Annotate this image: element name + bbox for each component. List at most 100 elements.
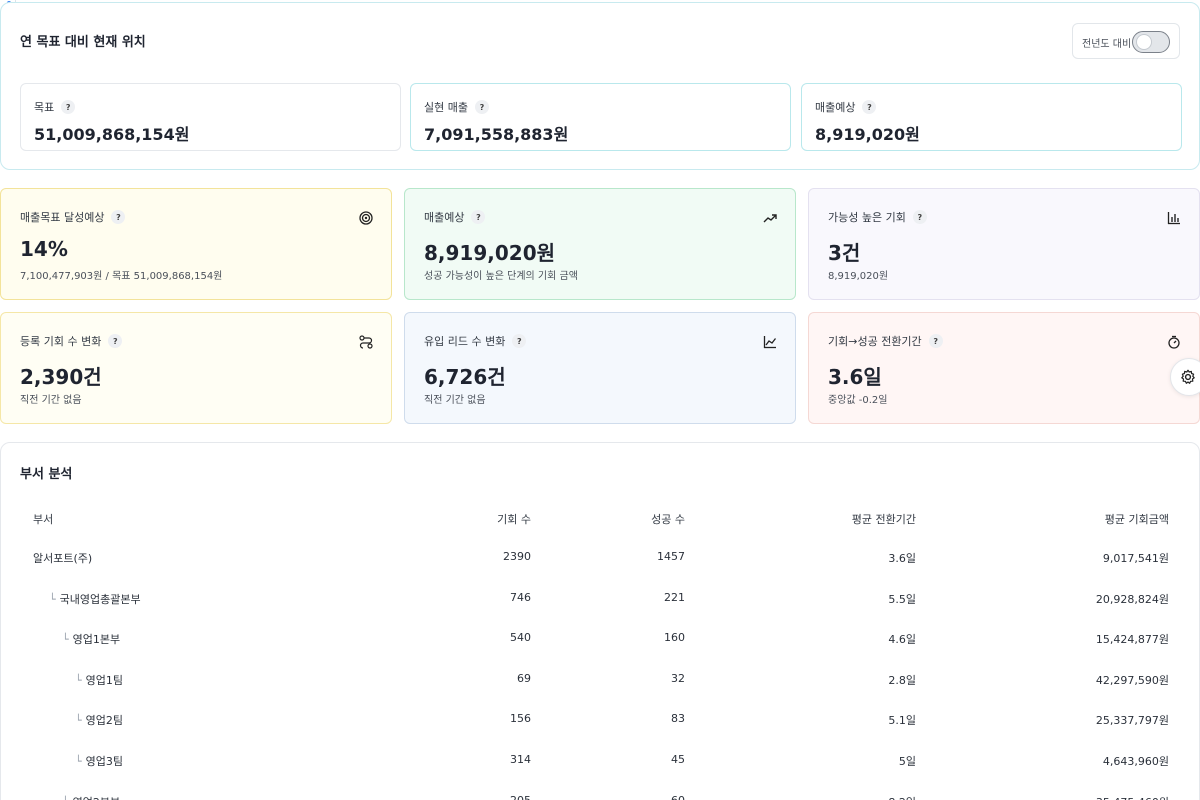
avg-amount-cell: 9,017,541원 [1102, 552, 1169, 565]
card-value: 8,919,020원 [815, 125, 920, 144]
target-icon [359, 211, 373, 225]
card-value: 6,726건 [424, 365, 506, 389]
opportunities-cell: 69 [517, 671, 531, 685]
help-icon[interactable]: ? [862, 100, 877, 114]
tree-branch-icon: └ [75, 673, 82, 687]
help-icon[interactable]: ? [474, 100, 489, 114]
department-name: 영업2본부 [73, 796, 120, 800]
goal-card-forecast: 매출예상? 8,919,020원 [801, 83, 1182, 151]
help-icon[interactable]: ? [512, 334, 527, 348]
avg-period-cell: 5일 [898, 755, 916, 768]
department-name: 영업2팀 [85, 714, 123, 728]
card-subtext: 8,919,020원 [828, 271, 889, 282]
department-name: 영업3팀 [85, 755, 123, 768]
help-icon[interactable]: ? [111, 210, 126, 224]
avg-amount-cell: 42,297,590원 [1095, 673, 1169, 687]
card-value: 14% [20, 237, 68, 261]
column-header-wins[interactable]: 성공 수 [651, 511, 685, 527]
route-icon [359, 335, 373, 349]
column-header-avg-amount[interactable]: 평균 기회금액 [1105, 511, 1169, 527]
tree-branch-icon: └ [49, 592, 56, 606]
card-label: 가능성 높은 기회 [828, 211, 906, 224]
stat-card-registered-opportunities: 등록 기회 수 변화? 2,390건 직전 기간 없음 [0, 312, 392, 424]
wins-cell: 160 [664, 631, 685, 645]
wins-cell: 60 [671, 794, 685, 800]
table-row[interactable]: └ 영업2본부 205 60 8.2일 35,475,460원 [1, 794, 1200, 800]
help-icon[interactable]: ? [912, 210, 927, 224]
card-subtext: 성공 가능성이 높은 단계의 기회 금액 [424, 271, 578, 282]
annual-goal-panel: 연 목표 대비 현재 위치 전년도 대비 목표? 51,009,868,154원… [0, 2, 1200, 170]
avg-amount-cell: 4,643,960원 [1102, 755, 1169, 768]
department-name: 영업1본부 [72, 633, 121, 647]
gear-icon [1181, 369, 1195, 384]
avg-amount-cell: 35,475,460원 [1096, 794, 1169, 800]
section-title: 부서 분석 [20, 467, 73, 482]
table-row[interactable]: 알서포트(주) 2390 1457 3.6일 9,017,541원 [1, 550, 1200, 570]
card-value: 3건 [828, 241, 861, 265]
card-label: 매출예상 [815, 101, 856, 114]
stat-card-sales-forecast: 매출예상? 8,919,020원 성공 가능성이 높은 단계의 기회 금액 [404, 188, 796, 300]
department-name: 국내영업총괄본부 [59, 592, 141, 606]
department-name-cell: 알서포트(주) [33, 550, 92, 566]
tree-branch-icon: └ [62, 633, 69, 647]
help-icon[interactable]: ? [108, 334, 123, 348]
card-label: 목표 [34, 101, 55, 114]
bar-chart-icon [1167, 212, 1180, 225]
card-value: 8,919,020원 [424, 241, 556, 265]
table-row[interactable]: └ 영업3팀 314 45 5일 4,643,960원 [1, 753, 1200, 773]
table-row[interactable]: └ 영업1팀 69 32 2.8일 42,297,590원 [1, 672, 1200, 692]
department-analysis-panel: 부서 분석 부서 기회 수 성공 수 평균 전환기간 평균 기회금액 알서포트(… [0, 442, 1200, 800]
table-row[interactable]: └ 영업1본부 540 160 4.6일 15,424,877원 [1, 631, 1200, 651]
avg-period-cell: 5.1일 [888, 714, 916, 728]
avg-period-cell: 5.5일 [888, 592, 916, 606]
column-header-avg-period[interactable]: 평균 전환기간 [852, 511, 916, 527]
column-header-opportunities[interactable]: 기회 수 [497, 511, 531, 527]
card-subtext: 직전 기간 없음 [424, 395, 486, 406]
goal-card-target: 목표? 51,009,868,154원 [20, 83, 401, 151]
table-header: 부서 기회 수 성공 수 평균 전환기간 평균 기회금액 [1, 511, 1200, 531]
avg-amount-cell: 15,424,877원 [1095, 633, 1169, 647]
department-name-cell: └ 영업3팀 [33, 753, 123, 769]
trending-up-icon [763, 214, 777, 223]
stat-card-high-probability: 가능성 높은 기회? 3건 8,919,020원 [808, 188, 1200, 300]
table-row[interactable]: └ 영업2팀 156 83 5.1일 25,337,797원 [1, 712, 1200, 732]
help-icon[interactable]: ? [928, 334, 943, 348]
card-value: 51,009,868,154원 [34, 125, 190, 144]
department-name-cell: └ 영업2팀 [33, 712, 123, 728]
table-row[interactable]: └ 국내영업총괄본부 746 221 5.5일 20,928,824원 [1, 591, 1200, 611]
card-subtext: 중앙값 -0.2일 [828, 395, 888, 406]
tree-branch-icon: └ [62, 796, 69, 800]
opportunities-cell: 314 [510, 753, 531, 766]
avg-period-cell: 3.6일 [888, 552, 916, 565]
stat-card-inflow-leads: 유입 리드 수 변화? 6,726건 직전 기간 없음 [404, 312, 796, 424]
department-name-cell: └ 영업1본부 [33, 631, 120, 647]
wins-cell: 1457 [657, 550, 685, 563]
opportunities-cell: 746 [510, 590, 531, 604]
line-chart-icon [763, 336, 777, 349]
card-label: 매출목표 달성예상 [20, 211, 105, 224]
help-icon[interactable]: ? [61, 100, 76, 114]
stat-card-conversion-period: 기회→성공 전환기간? 3.6일 중앙값 -0.2일 [808, 312, 1200, 424]
stat-card-goal-achievement: 매출목표 달성예상? 14% 7,100,477,903원 / 목표 51,00… [0, 188, 392, 300]
avg-period-cell: 4.6일 [888, 633, 916, 647]
avg-period-cell: 2.8일 [888, 673, 916, 687]
department-name: 영업1팀 [85, 673, 123, 687]
card-label: 매출예상 [424, 211, 465, 224]
wins-cell: 83 [671, 712, 685, 726]
timer-icon [1168, 335, 1180, 349]
column-header-department[interactable]: 부서 [33, 511, 53, 527]
avg-period-cell: 8.2일 [888, 794, 916, 800]
help-icon[interactable]: ? [471, 210, 486, 224]
yoy-toggle-switch[interactable] [1132, 31, 1170, 53]
opportunities-cell: 156 [510, 712, 531, 726]
department-name: 알서포트(주) [33, 552, 93, 565]
yoy-toggle-box[interactable]: 전년도 대비 [1072, 23, 1180, 59]
card-subtext: 직전 기간 없음 [20, 395, 82, 406]
section-title: 연 목표 대비 현재 위치 [20, 35, 146, 50]
avg-amount-cell: 25,337,797원 [1095, 714, 1169, 728]
card-label: 실현 매출 [424, 101, 468, 114]
card-subtext: 7,100,477,903원 / 목표 51,009,868,154원 [20, 271, 223, 282]
opportunities-cell: 540 [510, 631, 531, 645]
settings-button[interactable] [1170, 358, 1200, 396]
tree-branch-icon: └ [75, 755, 82, 768]
